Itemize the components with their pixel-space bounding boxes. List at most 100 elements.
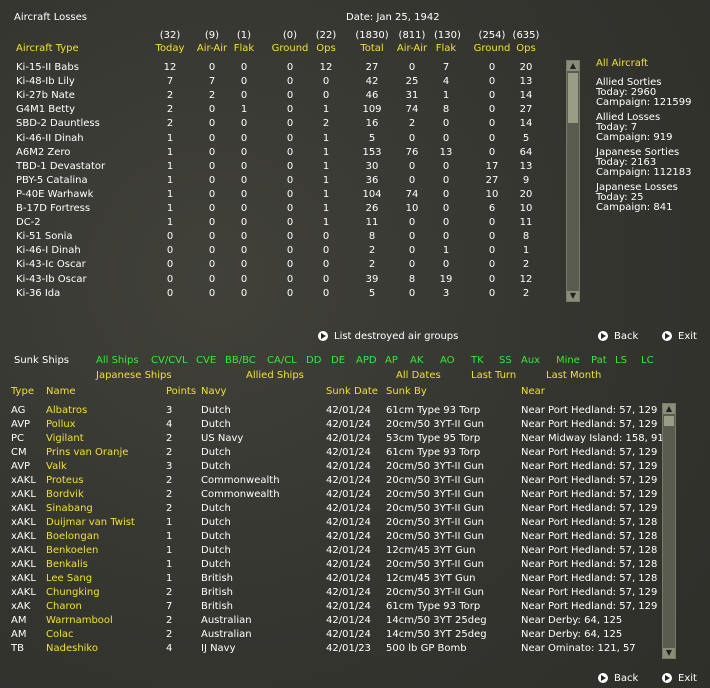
- column-header-near[interactable]: Near: [521, 386, 661, 397]
- ship-name-cell[interactable]: Duijmar van Twist: [46, 517, 164, 528]
- ship-name-cell[interactable]: Valk: [46, 461, 164, 472]
- ship-name-cell[interactable]: Lee Sang: [46, 573, 164, 584]
- ship-name-cell[interactable]: Nadeshiko: [46, 643, 164, 654]
- loss-count-cell: 0: [166, 245, 174, 257]
- list-destroyed-button[interactable]: List destroyed air groups: [318, 331, 458, 342]
- loss-count-cell: 0: [166, 259, 174, 271]
- points-cell: 1: [166, 517, 173, 528]
- filter-dd[interactable]: DD: [306, 355, 321, 366]
- column-header-today: Today: [155, 43, 185, 54]
- near-location-cell: Near Derby: 64, 125: [521, 615, 623, 626]
- scroll-up-icon[interactable]: ▲: [663, 404, 675, 414]
- scroll-down-icon[interactable]: ▼: [663, 648, 675, 658]
- filter-de[interactable]: DE: [331, 355, 345, 366]
- filter-cve[interactable]: CVE: [196, 355, 216, 366]
- filter-bb-bc[interactable]: BB/BC: [225, 355, 256, 366]
- loss-count-cell: 1: [522, 245, 530, 257]
- loss-count-cell: 1: [322, 203, 330, 214]
- column-header-sunk-by[interactable]: Sunk By: [386, 386, 518, 397]
- back-button-top[interactable]: Back: [598, 331, 638, 342]
- ship-name-cell[interactable]: Boelongan: [46, 531, 164, 542]
- loss-count-cell: 0: [488, 118, 496, 130]
- filter-allied-ships[interactable]: Allied Ships: [246, 370, 304, 381]
- filter-all-ships[interactable]: All Ships: [96, 355, 139, 366]
- filter-mine[interactable]: Mine: [556, 355, 580, 366]
- loss-count-cell: 0: [286, 118, 294, 130]
- aircraft-type-cell: Ki-27b Nate: [16, 90, 75, 102]
- filter-all-dates[interactable]: All Dates: [396, 370, 441, 381]
- exit-button-bottom[interactable]: Exit: [662, 673, 697, 684]
- ship-name-cell[interactable]: Proteus: [46, 475, 164, 486]
- loss-count-cell: 0: [208, 259, 216, 271]
- column-header-points[interactable]: Points: [166, 386, 196, 397]
- ship-name-cell[interactable]: Bordvik: [46, 489, 164, 500]
- loss-count-cell: 5: [522, 132, 530, 144]
- loss-count-cell: 0: [240, 273, 248, 285]
- filter-pat[interactable]: Pat: [591, 355, 607, 366]
- filter-aux[interactable]: Aux: [521, 355, 540, 366]
- column-header-navy[interactable]: Navy: [201, 386, 321, 397]
- filter-tk[interactable]: TK: [471, 355, 484, 366]
- loss-count-cell: 0: [322, 273, 330, 285]
- navy-cell: IJ Navy: [201, 643, 236, 654]
- ship-name-cell[interactable]: Vigilant: [46, 433, 164, 444]
- loss-count-cell: 2: [166, 90, 174, 102]
- ship-type-cell: AM: [11, 629, 27, 640]
- navy-cell: Dutch: [201, 517, 231, 528]
- loss-count-cell: 7: [442, 62, 450, 73]
- column-header-name[interactable]: Name: [46, 386, 164, 397]
- filter-ls[interactable]: LS: [615, 355, 627, 366]
- filter-last-month[interactable]: Last Month: [546, 370, 601, 381]
- ship-name-cell[interactable]: Charon: [46, 601, 164, 612]
- loss-count-cell: 0: [286, 287, 294, 299]
- ship-name-cell[interactable]: Warrnambool: [46, 615, 164, 626]
- ship-name-cell[interactable]: Pollux: [46, 419, 164, 430]
- list-destroyed-label: List destroyed air groups: [334, 331, 459, 342]
- scroll-up-icon[interactable]: ▲: [567, 61, 579, 71]
- all-aircraft-link[interactable]: All Aircraft: [596, 58, 648, 69]
- filter-ap[interactable]: AP: [385, 355, 398, 366]
- loss-count-cell: 8: [408, 273, 416, 285]
- loss-count-cell: 0: [208, 203, 216, 214]
- ship-name-cell[interactable]: Colac: [46, 629, 164, 640]
- sunk-date-cell: 42/01/24: [326, 419, 371, 430]
- loss-count-cell: 0: [166, 231, 174, 243]
- scroll-down-icon[interactable]: ▼: [567, 291, 579, 301]
- aircraft-type-cell: PBY-5 Catalina: [16, 174, 88, 186]
- filter-ao[interactable]: AO: [440, 355, 455, 366]
- ship-type-cell: xAKL: [11, 573, 36, 584]
- loss-count-cell: 153: [362, 146, 382, 158]
- aircraft-scrollbar[interactable]: ▲ ▼: [566, 60, 580, 302]
- filter-ak[interactable]: AK: [410, 355, 423, 366]
- ship-name-cell[interactable]: Benkalis: [46, 559, 164, 570]
- filter-cv-cvl[interactable]: CV/CVL: [151, 355, 188, 366]
- ship-name-cell[interactable]: Chungking: [46, 587, 164, 598]
- navy-cell: British: [201, 587, 233, 598]
- column-header-sunk-date[interactable]: Sunk Date: [326, 386, 384, 397]
- navy-cell: British: [201, 601, 233, 612]
- filter-ss[interactable]: SS: [499, 355, 512, 366]
- loss-count-cell: 0: [488, 231, 496, 243]
- back-button-bottom[interactable]: Back: [598, 673, 638, 684]
- navy-cell: Dutch: [201, 531, 231, 542]
- filter-ca-cl[interactable]: CA/CL: [267, 355, 297, 366]
- loss-count-cell: 1: [166, 160, 174, 172]
- sunk-ships-scrollbar[interactable]: ▲ ▼: [662, 403, 676, 659]
- sunk-by-cell: 14cm/50 3YT 25deg: [386, 629, 487, 640]
- ship-name-cell[interactable]: Albatros: [46, 405, 164, 416]
- points-cell: 4: [166, 643, 173, 654]
- filter-apd[interactable]: APD: [356, 355, 377, 366]
- loss-count-cell: 0: [240, 62, 248, 73]
- filter-japanese-ships[interactable]: Japanese Ships: [96, 370, 172, 381]
- points-cell: 3: [166, 405, 173, 416]
- ship-name-cell[interactable]: Sinabang: [46, 503, 164, 514]
- loss-count-cell: 0: [322, 231, 330, 243]
- scroll-thumb[interactable]: [664, 416, 674, 426]
- exit-button-top[interactable]: Exit: [662, 331, 697, 342]
- column-header-type[interactable]: Type: [11, 386, 45, 397]
- filter-last-turn[interactable]: Last Turn: [471, 370, 516, 381]
- scroll-thumb[interactable]: [568, 73, 578, 123]
- ship-name-cell[interactable]: Prins van Oranje: [46, 447, 164, 458]
- filter-lc[interactable]: LC: [641, 355, 654, 366]
- ship-name-cell[interactable]: Benkoelen: [46, 545, 164, 556]
